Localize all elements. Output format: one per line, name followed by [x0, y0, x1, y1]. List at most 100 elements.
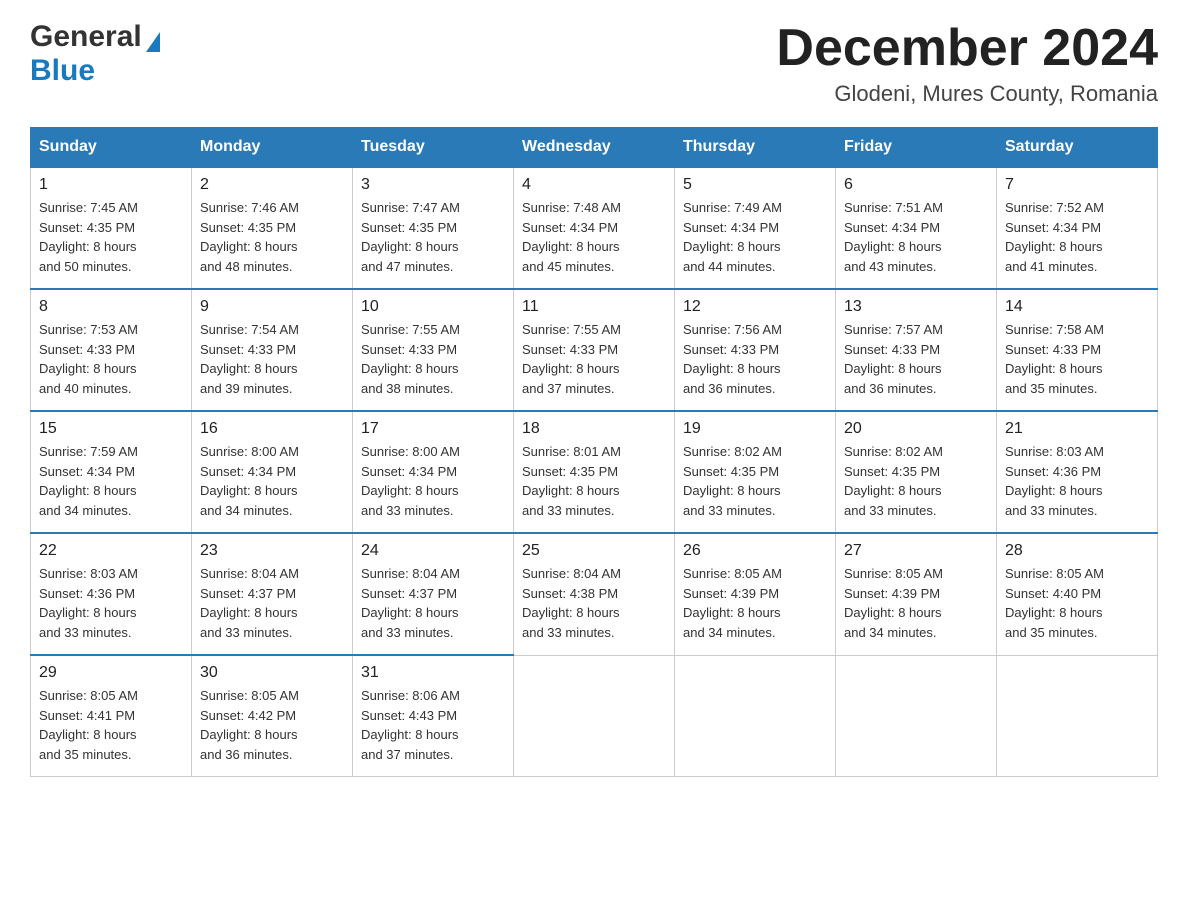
day-number: 15	[39, 420, 183, 438]
logo-triangle-icon	[146, 32, 160, 52]
calendar-day-cell: 30 Sunrise: 8:05 AM Sunset: 4:42 PM Dayl…	[192, 655, 353, 777]
calendar-week-row: 29 Sunrise: 8:05 AM Sunset: 4:41 PM Dayl…	[31, 655, 1158, 777]
day-number: 26	[683, 542, 827, 560]
day-info: Sunrise: 8:02 AM Sunset: 4:35 PM Dayligh…	[683, 442, 827, 520]
calendar-day-cell: 22 Sunrise: 8:03 AM Sunset: 4:36 PM Dayl…	[31, 533, 192, 655]
calendar-day-cell: 23 Sunrise: 8:04 AM Sunset: 4:37 PM Dayl…	[192, 533, 353, 655]
calendar-day-cell: 17 Sunrise: 8:00 AM Sunset: 4:34 PM Dayl…	[353, 411, 514, 533]
day-number: 31	[361, 664, 505, 682]
calendar-day-cell: 25 Sunrise: 8:04 AM Sunset: 4:38 PM Dayl…	[514, 533, 675, 655]
day-number: 27	[844, 542, 988, 560]
day-info: Sunrise: 7:45 AM Sunset: 4:35 PM Dayligh…	[39, 198, 183, 276]
calendar-day-cell: 20 Sunrise: 8:02 AM Sunset: 4:35 PM Dayl…	[836, 411, 997, 533]
day-info: Sunrise: 7:53 AM Sunset: 4:33 PM Dayligh…	[39, 320, 183, 398]
day-number: 30	[200, 664, 344, 682]
day-number: 16	[200, 420, 344, 438]
calendar-day-cell: 11 Sunrise: 7:55 AM Sunset: 4:33 PM Dayl…	[514, 289, 675, 411]
calendar-day-cell: 18 Sunrise: 8:01 AM Sunset: 4:35 PM Dayl…	[514, 411, 675, 533]
day-info: Sunrise: 8:00 AM Sunset: 4:34 PM Dayligh…	[200, 442, 344, 520]
day-number: 13	[844, 298, 988, 316]
calendar-week-row: 1 Sunrise: 7:45 AM Sunset: 4:35 PM Dayli…	[31, 167, 1158, 289]
day-number: 28	[1005, 542, 1149, 560]
calendar-day-cell: 29 Sunrise: 8:05 AM Sunset: 4:41 PM Dayl…	[31, 655, 192, 777]
day-number: 21	[1005, 420, 1149, 438]
day-info: Sunrise: 7:47 AM Sunset: 4:35 PM Dayligh…	[361, 198, 505, 276]
logo-blue: Blue	[30, 54, 95, 87]
day-number: 25	[522, 542, 666, 560]
calendar-empty-cell	[836, 655, 997, 777]
calendar-day-cell: 21 Sunrise: 8:03 AM Sunset: 4:36 PM Dayl…	[997, 411, 1158, 533]
day-number: 23	[200, 542, 344, 560]
day-info: Sunrise: 7:58 AM Sunset: 4:33 PM Dayligh…	[1005, 320, 1149, 398]
day-number: 4	[522, 176, 666, 194]
day-number: 9	[200, 298, 344, 316]
logo-general-text: General	[30, 20, 160, 54]
calendar-week-row: 22 Sunrise: 8:03 AM Sunset: 4:36 PM Dayl…	[31, 533, 1158, 655]
calendar-day-cell: 4 Sunrise: 7:48 AM Sunset: 4:34 PM Dayli…	[514, 167, 675, 289]
day-info: Sunrise: 8:05 AM Sunset: 4:40 PM Dayligh…	[1005, 564, 1149, 642]
day-info: Sunrise: 8:02 AM Sunset: 4:35 PM Dayligh…	[844, 442, 988, 520]
day-info: Sunrise: 8:04 AM Sunset: 4:38 PM Dayligh…	[522, 564, 666, 642]
day-info: Sunrise: 8:03 AM Sunset: 4:36 PM Dayligh…	[39, 564, 183, 642]
day-info: Sunrise: 7:46 AM Sunset: 4:35 PM Dayligh…	[200, 198, 344, 276]
calendar-day-cell: 27 Sunrise: 8:05 AM Sunset: 4:39 PM Dayl…	[836, 533, 997, 655]
calendar-day-cell: 14 Sunrise: 7:58 AM Sunset: 4:33 PM Dayl…	[997, 289, 1158, 411]
calendar-day-cell: 24 Sunrise: 8:04 AM Sunset: 4:37 PM Dayl…	[353, 533, 514, 655]
day-info: Sunrise: 8:03 AM Sunset: 4:36 PM Dayligh…	[1005, 442, 1149, 520]
calendar-week-row: 15 Sunrise: 7:59 AM Sunset: 4:34 PM Dayl…	[31, 411, 1158, 533]
calendar-week-row: 8 Sunrise: 7:53 AM Sunset: 4:33 PM Dayli…	[31, 289, 1158, 411]
day-number: 19	[683, 420, 827, 438]
calendar-header-row: SundayMondayTuesdayWednesdayThursdayFrid…	[31, 128, 1158, 168]
calendar-day-cell: 15 Sunrise: 7:59 AM Sunset: 4:34 PM Dayl…	[31, 411, 192, 533]
calendar-day-cell: 1 Sunrise: 7:45 AM Sunset: 4:35 PM Dayli…	[31, 167, 192, 289]
day-info: Sunrise: 8:01 AM Sunset: 4:35 PM Dayligh…	[522, 442, 666, 520]
day-info: Sunrise: 7:56 AM Sunset: 4:33 PM Dayligh…	[683, 320, 827, 398]
day-number: 11	[522, 298, 666, 316]
day-info: Sunrise: 7:51 AM Sunset: 4:34 PM Dayligh…	[844, 198, 988, 276]
calendar-day-cell: 2 Sunrise: 7:46 AM Sunset: 4:35 PM Dayli…	[192, 167, 353, 289]
day-number: 18	[522, 420, 666, 438]
day-number: 2	[200, 176, 344, 194]
month-title: December 2024	[776, 20, 1158, 77]
calendar-day-cell: 5 Sunrise: 7:49 AM Sunset: 4:34 PM Dayli…	[675, 167, 836, 289]
day-number: 10	[361, 298, 505, 316]
calendar-day-cell: 16 Sunrise: 8:00 AM Sunset: 4:34 PM Dayl…	[192, 411, 353, 533]
header-thursday: Thursday	[675, 128, 836, 168]
calendar-day-cell: 3 Sunrise: 7:47 AM Sunset: 4:35 PM Dayli…	[353, 167, 514, 289]
calendar-day-cell: 26 Sunrise: 8:05 AM Sunset: 4:39 PM Dayl…	[675, 533, 836, 655]
logo: General Blue	[30, 20, 160, 88]
day-info: Sunrise: 7:54 AM Sunset: 4:33 PM Dayligh…	[200, 320, 344, 398]
day-number: 14	[1005, 298, 1149, 316]
day-number: 1	[39, 176, 183, 194]
header-wednesday: Wednesday	[514, 128, 675, 168]
day-number: 17	[361, 420, 505, 438]
calendar-empty-cell	[514, 655, 675, 777]
day-number: 3	[361, 176, 505, 194]
day-number: 24	[361, 542, 505, 560]
calendar-day-cell: 6 Sunrise: 7:51 AM Sunset: 4:34 PM Dayli…	[836, 167, 997, 289]
day-number: 29	[39, 664, 183, 682]
header-monday: Monday	[192, 128, 353, 168]
day-info: Sunrise: 7:48 AM Sunset: 4:34 PM Dayligh…	[522, 198, 666, 276]
logo-general: General	[30, 20, 142, 53]
day-number: 22	[39, 542, 183, 560]
day-info: Sunrise: 7:55 AM Sunset: 4:33 PM Dayligh…	[522, 320, 666, 398]
calendar-day-cell: 10 Sunrise: 7:55 AM Sunset: 4:33 PM Dayl…	[353, 289, 514, 411]
day-info: Sunrise: 8:05 AM Sunset: 4:42 PM Dayligh…	[200, 686, 344, 764]
calendar-day-cell: 7 Sunrise: 7:52 AM Sunset: 4:34 PM Dayli…	[997, 167, 1158, 289]
header-saturday: Saturday	[997, 128, 1158, 168]
logo-blue-text: Blue	[30, 54, 95, 88]
title-area: December 2024 Glodeni, Mures County, Rom…	[776, 20, 1158, 107]
day-number: 6	[844, 176, 988, 194]
page-header: General Blue December 2024 Glodeni, Mure…	[30, 20, 1158, 107]
day-info: Sunrise: 7:52 AM Sunset: 4:34 PM Dayligh…	[1005, 198, 1149, 276]
calendar-table: SundayMondayTuesdayWednesdayThursdayFrid…	[30, 127, 1158, 777]
calendar-day-cell: 8 Sunrise: 7:53 AM Sunset: 4:33 PM Dayli…	[31, 289, 192, 411]
calendar-day-cell: 19 Sunrise: 8:02 AM Sunset: 4:35 PM Dayl…	[675, 411, 836, 533]
calendar-day-cell: 12 Sunrise: 7:56 AM Sunset: 4:33 PM Dayl…	[675, 289, 836, 411]
day-number: 20	[844, 420, 988, 438]
day-number: 7	[1005, 176, 1149, 194]
location-title: Glodeni, Mures County, Romania	[776, 81, 1158, 107]
day-number: 8	[39, 298, 183, 316]
day-info: Sunrise: 8:05 AM Sunset: 4:39 PM Dayligh…	[683, 564, 827, 642]
